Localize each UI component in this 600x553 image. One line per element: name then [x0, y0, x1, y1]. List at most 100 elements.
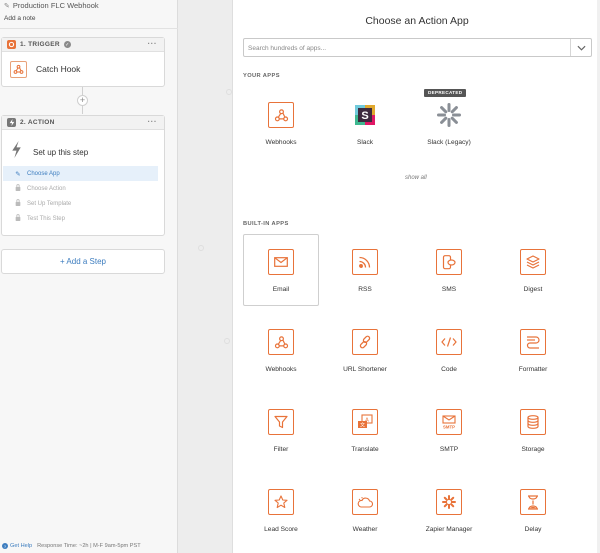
webhook-badge-icon: [7, 40, 16, 49]
trigger-card[interactable]: 1. TRIGGER ✓ ··· Catch Hook: [1, 37, 165, 87]
filter-icon: [268, 409, 294, 435]
app-tile-smtp[interactable]: SMTP SMTP: [411, 394, 487, 466]
svg-text:SMTP: SMTP: [443, 425, 455, 430]
webhooks-icon: [268, 329, 294, 355]
modal-title: Choose an Action App: [365, 15, 469, 27]
app-tile-label: Delay: [524, 526, 542, 533]
app-tile-label: Weather: [352, 526, 378, 533]
app-tile-label: Digest: [523, 286, 543, 293]
lock-icon: [14, 214, 22, 223]
app-tile-label: SMTP: [439, 446, 459, 453]
add-step-button[interactable]: + Add a Step: [1, 249, 165, 274]
app-tile-label: Zapier Manager: [425, 526, 473, 533]
app-tile-weather[interactable]: Weather: [327, 474, 403, 546]
app-tile-email[interactable]: Email: [243, 234, 319, 306]
app-tile-webhooks[interactable]: Webhooks: [243, 87, 319, 159]
lock-icon: [14, 184, 22, 193]
digest-icon: [520, 249, 546, 275]
app-tile-label: URL Shortener: [343, 366, 387, 373]
app-tile-slack-legacy[interactable]: Slack (Legacy): [411, 87, 487, 159]
add-note-link[interactable]: Add a note: [4, 15, 35, 22]
weather-icon: [352, 489, 378, 515]
substep-choose-action: Choose Action: [3, 181, 158, 196]
divider: [0, 28, 178, 29]
app-tile-label: Webhooks: [265, 139, 297, 146]
action-title-row: Set up this step: [2, 130, 164, 166]
trigger-menu-icon[interactable]: ···: [148, 39, 158, 48]
insert-step-icon[interactable]: +: [77, 95, 88, 106]
app-tile-code[interactable]: Code: [411, 314, 487, 386]
app-tile-filter[interactable]: Filter: [243, 394, 319, 466]
app-tile-rss[interactable]: RSS: [327, 234, 403, 306]
action-title: Set up this step: [33, 148, 89, 157]
webhooks-icon: [268, 102, 294, 128]
built-in-apps-heading: BUILT-IN APPS: [243, 221, 289, 227]
app-tile-label: Translate: [351, 446, 379, 453]
help-icon: ?: [2, 543, 8, 549]
trigger-app-label: Catch Hook: [36, 64, 81, 74]
your-apps-heading: YOUR APPS: [243, 73, 280, 79]
app-tile-digest[interactable]: Digest: [495, 234, 571, 306]
storage-icon: [520, 409, 546, 435]
code-icon: [436, 329, 462, 355]
zap-editor-sidebar: ✎ Production FLC Webhook Add a note 1. T…: [0, 0, 178, 553]
action-menu-icon[interactable]: ···: [148, 117, 158, 126]
lightning-bolt-icon: [11, 141, 22, 162]
svg-text:文: 文: [360, 422, 365, 429]
app-tile-zapier-manager[interactable]: Zapier Manager: [411, 474, 487, 546]
sms-icon: [436, 249, 462, 275]
svg-text:S: S: [361, 110, 368, 122]
trigger-step-label: 1. TRIGGER: [20, 41, 60, 48]
translate-icon: A文: [352, 409, 378, 435]
show-all-link[interactable]: show all: [405, 175, 427, 181]
deprecated-badge: DEPRECATED: [424, 89, 467, 97]
substep-set-up-template: Set Up Template: [3, 196, 158, 211]
app-tile-lead-score[interactable]: Lead Score: [243, 474, 319, 546]
app-tile-delay[interactable]: Delay: [495, 474, 571, 546]
support-footer: ? Get Help Response Time: ~2h | M-F 9am-…: [0, 543, 178, 549]
app-search-input[interactable]: [248, 41, 566, 55]
app-tile-url-shortener[interactable]: URL Shortener: [327, 314, 403, 386]
app-tile-sms[interactable]: SMS: [411, 234, 487, 306]
app-search-box[interactable]: [243, 38, 592, 57]
check-icon: ✓: [63, 41, 71, 48]
link-icon: [352, 329, 378, 355]
app-tile-label: Lead Score: [264, 526, 298, 533]
app-tile-webhooks-builtin[interactable]: Webhooks: [243, 314, 319, 386]
action-card[interactable]: 2. ACTION ··· Set up this step ✎ Choose …: [1, 115, 165, 236]
app-tile-slack[interactable]: S Slack: [327, 87, 403, 159]
app-tile-label: Email: [272, 286, 290, 293]
trigger-app-row[interactable]: Catch Hook: [2, 52, 164, 86]
app-tile-formatter[interactable]: Formatter: [495, 314, 571, 386]
choose-app-modal: Choose an Action App YOUR APPS Webhooks: [232, 0, 600, 553]
bolt-badge-icon: [7, 118, 16, 127]
action-step-label: 2. ACTION: [20, 119, 55, 126]
app-tile-label: Slack (Legacy): [427, 139, 471, 146]
substep-choose-app[interactable]: ✎ Choose App: [3, 166, 158, 181]
app-tile-label: RSS: [358, 286, 372, 293]
app-tile-label: Storage: [521, 446, 545, 453]
webhooks-icon: [10, 60, 27, 78]
rss-icon: [352, 249, 378, 275]
canvas-node-icon: [224, 338, 230, 344]
slack-legacy-icon: [436, 102, 462, 128]
pencil-icon: ✎: [15, 170, 21, 178]
action-card-header: 2. ACTION ···: [2, 116, 164, 130]
response-time-text: Response Time: ~2h | M-F 9am-5pm PST: [37, 543, 141, 549]
lock-icon: [14, 199, 22, 208]
chevron-down-icon[interactable]: [570, 39, 591, 56]
slack-icon: S: [352, 102, 378, 128]
app-tile-label: Code: [441, 366, 457, 373]
formatter-icon: [520, 329, 546, 355]
app-tile-label: Formatter: [518, 366, 548, 373]
app-tile-label: Filter: [273, 446, 289, 453]
app-tile-translate[interactable]: A文 Translate: [327, 394, 403, 466]
zap-title[interactable]: ✎ Production FLC Webhook: [4, 1, 99, 10]
substep-label: Test This Step: [27, 215, 65, 222]
get-help-link[interactable]: Get Help: [10, 543, 32, 549]
app-tile-storage[interactable]: Storage: [495, 394, 571, 466]
app-tile-label: Webhooks: [265, 366, 297, 373]
trigger-card-header: 1. TRIGGER ✓ ···: [2, 38, 164, 52]
lead-score-icon: [268, 489, 294, 515]
app-tile-label: Slack: [356, 139, 374, 146]
